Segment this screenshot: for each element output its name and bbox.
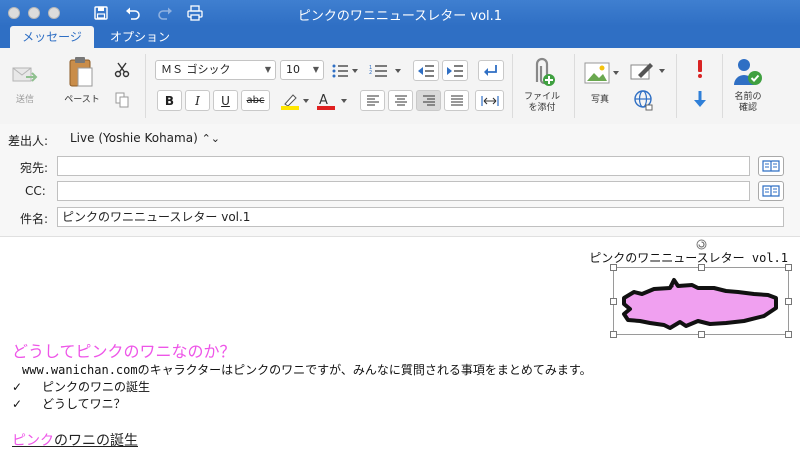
resize-handle[interactable]: [785, 331, 792, 338]
intro-paragraph: www.wanichan.comのキャラクターはピンクのワニですが、みんなに質問…: [22, 361, 592, 378]
message-body[interactable]: ピンクのワニニュースレター vol.1 どうしてピンクのワニなのか？ www.w…: [0, 237, 800, 450]
resize-handle[interactable]: [698, 331, 705, 338]
rotate-handle-icon[interactable]: [696, 239, 707, 250]
font-color-icon[interactable]: A: [314, 90, 350, 111]
bullets-icon[interactable]: [330, 60, 360, 81]
site-domain: www.wanichan.com: [22, 363, 138, 377]
address-book-icon[interactable]: [758, 156, 784, 176]
section-heading-2: ピンクのワニの誕生: [12, 430, 138, 450]
strikethrough-button[interactable]: abc: [241, 90, 270, 111]
newsletter-title: ピンクのワニニュースレター vol.1: [589, 251, 788, 265]
svg-text:2: 2: [369, 70, 372, 76]
attach-label-line2: を添付: [528, 103, 556, 113]
line-break-icon[interactable]: [478, 60, 504, 81]
chevron-down-icon: ▼: [312, 65, 319, 74]
from-label: 差出人:: [8, 134, 49, 148]
align-right-icon[interactable]: [416, 90, 441, 111]
font-name-dropdown[interactable]: ＭＳ ゴシック ▼: [155, 60, 276, 80]
font-size-dropdown[interactable]: 10 ▼: [280, 60, 324, 80]
underline-button[interactable]: U: [213, 90, 238, 111]
italic-button[interactable]: I: [185, 90, 210, 111]
checklist-item: ✓ どうしてワニ？: [12, 395, 126, 412]
cc-label: CC:: [25, 184, 46, 198]
photo-button[interactable]: 写真: [584, 95, 616, 106]
intro-text: のキャラクターはピンクのワニですが、みんなに質問される事項をまとめてみます。: [137, 363, 592, 377]
resize-handle[interactable]: [610, 298, 617, 305]
tab-message[interactable]: メッセージ: [10, 26, 94, 48]
message-header: 差出人: Live (Yoshie Kohama) ⌃⌄ 宛先: CC: 件名:…: [0, 124, 800, 237]
increase-indent-icon[interactable]: [442, 60, 468, 81]
send-button[interactable]: 送信: [8, 95, 42, 106]
photo-icon[interactable]: [584, 60, 620, 86]
address-book-icon[interactable]: [758, 181, 784, 201]
checklist-item: ✓ ピンクのワニの誕生: [12, 378, 150, 395]
ribbon: 送信 ペースト ＭＳ ゴシック ▼ 10 ▼ 12 B I U abc A ファ…: [0, 48, 800, 125]
crocodile-image[interactable]: [610, 264, 792, 338]
paste-button[interactable]: ペースト: [60, 95, 104, 106]
cc-field[interactable]: [57, 181, 750, 201]
low-importance-icon[interactable]: [690, 88, 710, 110]
high-importance-icon[interactable]: [690, 58, 710, 80]
signature-icon[interactable]: [630, 60, 666, 82]
pink-crocodile-icon: [622, 278, 778, 330]
heading2-rest: のワニの誕生: [54, 433, 138, 449]
checklist-text: どうしてワニ？: [42, 397, 126, 411]
subject-label: 件名:: [20, 212, 49, 226]
attach-label-line1: ファイル: [523, 92, 560, 102]
align-left-icon[interactable]: [360, 90, 385, 111]
decrease-indent-icon[interactable]: [413, 60, 439, 81]
resize-handle[interactable]: [610, 331, 617, 338]
justify-icon[interactable]: [444, 90, 469, 111]
attach-file-button[interactable]: ファイル を添付: [516, 92, 568, 114]
resize-handle[interactable]: [785, 264, 792, 271]
copy-icon[interactable]: [112, 90, 132, 110]
resize-handle[interactable]: [610, 264, 617, 271]
numbering-icon[interactable]: 12: [368, 60, 406, 81]
hyperlink-globe-icon[interactable]: [630, 88, 658, 112]
font-name-value: ＭＳ ゴシック: [161, 63, 231, 76]
bold-button[interactable]: B: [157, 90, 182, 111]
tab-options[interactable]: オプション: [100, 26, 180, 48]
subject-field[interactable]: ピンクのワニニュースレター vol.1: [57, 207, 784, 227]
check-names-label-line2: 確認: [738, 103, 757, 113]
ribbon-separator: [722, 54, 723, 118]
heading2-pink-word: ピンク: [12, 433, 54, 449]
ribbon-separator: [676, 54, 677, 118]
distributed-align-icon[interactable]: [475, 90, 504, 111]
check-names-icon[interactable]: [732, 56, 764, 88]
font-size-value: 10: [286, 63, 300, 76]
ribbon-separator: [145, 54, 146, 118]
chevron-down-icon: ▼: [264, 65, 271, 74]
check-names-label-line1: 名前の: [734, 92, 762, 102]
to-field[interactable]: [57, 156, 750, 176]
from-value: Live (Yoshie Kohama): [70, 131, 198, 145]
to-label: 宛先:: [20, 161, 49, 175]
from-account-selector[interactable]: Live (Yoshie Kohama) ⌃⌄: [70, 131, 220, 145]
ribbon-tab-bar: メッセージ オプション: [0, 26, 800, 48]
checklist-text: ピンクのワニの誕生: [42, 380, 151, 394]
title-bar: ピンクのワニニュースレター vol.1: [0, 0, 800, 26]
check-mark-icon: ✓: [12, 397, 23, 411]
highlight-icon[interactable]: [278, 90, 312, 111]
paperclip-icon[interactable]: [524, 54, 560, 90]
check-names-button[interactable]: 名前の 確認: [726, 92, 770, 114]
send-icon[interactable]: [8, 60, 42, 90]
resize-handle[interactable]: [785, 298, 792, 305]
ribbon-separator: [512, 54, 513, 118]
resize-handle[interactable]: [698, 264, 705, 271]
window-title: ピンクのワニニュースレター vol.1: [297, 9, 503, 24]
clipboard-icon[interactable]: [66, 54, 96, 90]
up-down-chevron-icon: ⌃⌄: [201, 132, 221, 145]
ribbon-separator: [574, 54, 575, 118]
cut-scissors-icon[interactable]: [112, 60, 132, 80]
align-center-icon[interactable]: [388, 90, 413, 111]
check-mark-icon: ✓: [12, 380, 23, 394]
svg-text:A: A: [319, 93, 328, 108]
section-heading: どうしてピンクのワニなのか？: [12, 342, 236, 361]
